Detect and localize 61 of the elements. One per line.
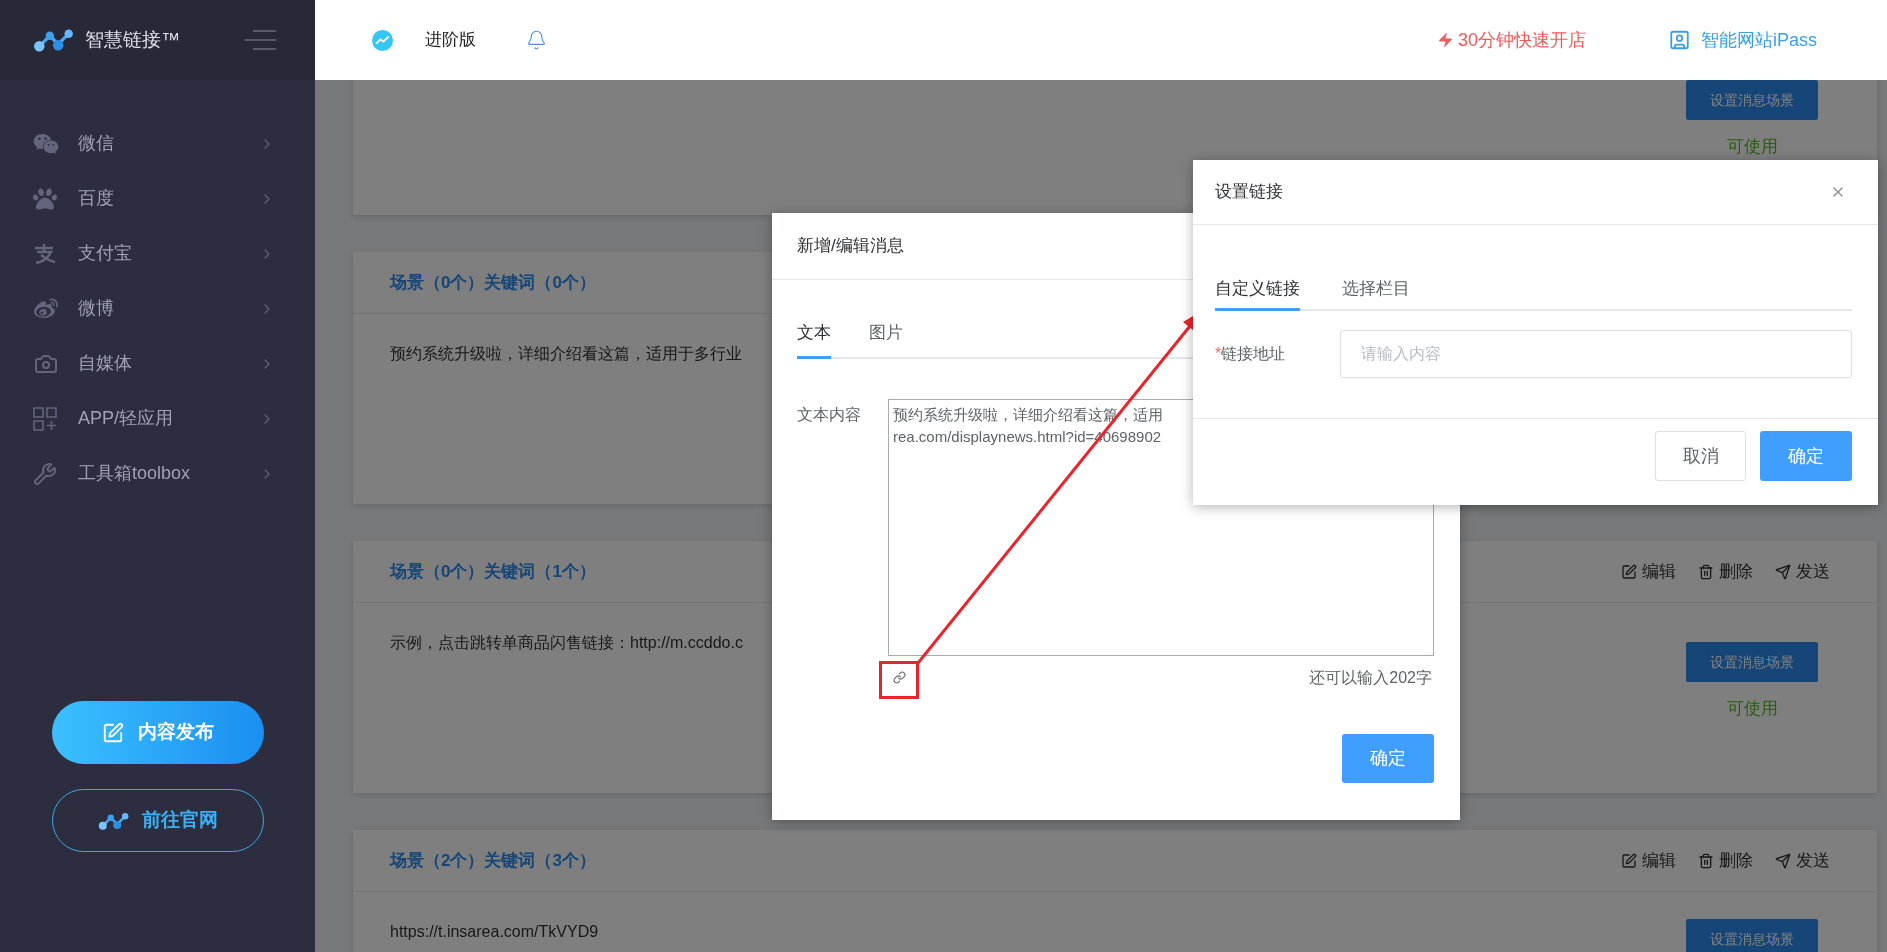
paw-icon: [33, 186, 57, 211]
logo-icon: [97, 810, 130, 831]
sidebar-item[interactable]: 百度: [0, 171, 315, 226]
dialog-tab[interactable]: 选择栏目: [1342, 269, 1410, 311]
publish-button[interactable]: 内容发布: [51, 701, 264, 764]
user-card-icon: [1668, 29, 1691, 51]
trash-icon: [1698, 563, 1714, 580]
edit-icon: [1621, 563, 1637, 580]
sidebar-item[interactable]: 微博: [0, 281, 315, 336]
trash-icon: [1698, 852, 1714, 869]
status-text: 可使用: [1726, 698, 1778, 720]
card-action[interactable]: 发送: [1775, 558, 1830, 585]
ipass-link[interactable]: 智能网站iPass: [1668, 26, 1817, 54]
field-label: 文本内容: [797, 404, 862, 425]
confirm-button[interactable]: 确定: [1342, 733, 1434, 783]
trend-icon: [372, 29, 393, 51]
send-icon: [1775, 852, 1791, 869]
url-input[interactable]: 请输入内容: [1340, 330, 1852, 378]
card-action[interactable]: 编辑: [1621, 558, 1676, 585]
edit-icon: [101, 721, 124, 744]
card-action[interactable]: 编辑: [1621, 847, 1676, 874]
card-text: 示例，点击跳转单商品闪售链接：http://m.ccddo.c: [390, 633, 743, 653]
card-title: 场景（2个）关键词（3个）: [390, 849, 596, 872]
apps-icon: [33, 406, 57, 431]
logo-icon: [33, 27, 75, 53]
dialog-title: 新增/编辑消息: [797, 235, 904, 258]
highlight-box: [879, 661, 919, 699]
edit-icon: [1621, 852, 1637, 869]
char-counter: 还可以输入202字: [1309, 667, 1432, 688]
sidebar-item[interactable]: 支付宝: [0, 226, 315, 281]
edition-label: 进阶版: [425, 29, 476, 52]
alipay-icon: [33, 242, 57, 265]
card-text: 预约系统升级啦，详细介绍看这篇，适用于多行业: [390, 344, 742, 364]
cancel-button[interactable]: 取消: [1655, 431, 1746, 481]
sidebar-item[interactable]: 微信: [0, 116, 315, 171]
dialog-tab[interactable]: 自定义链接: [1215, 269, 1300, 311]
chat-bubbles-icon: [33, 131, 59, 156]
card-action[interactable]: 删除: [1698, 558, 1753, 585]
brand-name: 智慧链接™: [85, 27, 180, 52]
bell-icon[interactable]: [526, 29, 547, 51]
dialog-tab[interactable]: 图片: [869, 320, 903, 359]
sidebar-item[interactable]: APP/轻应用: [0, 391, 315, 446]
weibo-icon: [33, 296, 59, 321]
card-action[interactable]: 发送: [1775, 847, 1830, 874]
sidebar-item[interactable]: 自媒体: [0, 336, 315, 391]
card-action[interactable]: 删除: [1698, 847, 1753, 874]
sidebar-item[interactable]: 工具箱toolbox: [0, 446, 315, 501]
field-label: *链接地址: [1215, 344, 1287, 364]
wrench-icon: [33, 461, 57, 486]
dialog-tab[interactable]: 文本: [797, 320, 831, 359]
confirm-button[interactable]: 确定: [1760, 431, 1852, 481]
card-title: 场景（0个）关键词（1个）: [390, 560, 596, 583]
send-icon: [1775, 563, 1791, 580]
menu-icon[interactable]: [244, 29, 277, 51]
card-title: 场景（0个）关键词（0个）: [390, 271, 596, 294]
link-icon[interactable]: [893, 671, 906, 684]
quick-store-link[interactable]: 30分钟快速开店: [1436, 26, 1586, 54]
lightning-icon: [1436, 30, 1454, 50]
dialog-title: 设置链接: [1215, 181, 1283, 204]
card-text: https://t.insarea.com/TkVYD9: [390, 922, 599, 942]
status-text: 可使用: [1726, 136, 1778, 158]
